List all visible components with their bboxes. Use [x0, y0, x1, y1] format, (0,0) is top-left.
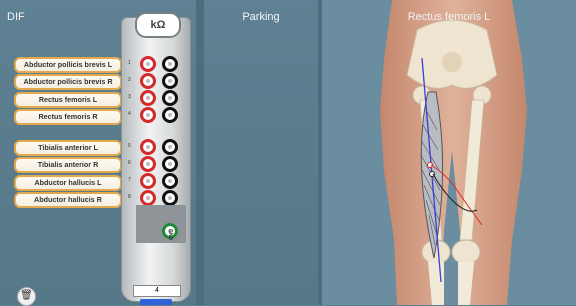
channel-number: 5	[128, 143, 131, 149]
channel-number: 3	[128, 94, 131, 100]
gnd-area	[136, 205, 186, 243]
channel-number: 6	[128, 160, 131, 166]
muscle-button-abductor-pollicis-brevis-r[interactable]: Abductor pollicis brevis R	[14, 74, 122, 90]
dif-title: DIF	[7, 11, 25, 23]
muscle-button-rectus-femoris-l[interactable]: Rectus femoris L	[14, 92, 122, 108]
muscle-button-tibialis-anterior-r[interactable]: Tibialis anterior R	[14, 157, 122, 173]
muscle-button-rectus-femoris-r[interactable]: Rectus femoris R	[14, 109, 122, 125]
device-connector	[140, 299, 172, 305]
socket-reference-2[interactable]	[162, 73, 178, 89]
anatomy-title: Rectus femoris L	[407, 11, 491, 23]
socket-active-6[interactable]	[140, 156, 156, 172]
socket-active-7[interactable]	[140, 173, 156, 189]
socket-reference-6[interactable]	[162, 156, 178, 172]
socket-reference-4[interactable]	[162, 107, 178, 123]
amplifier-headbox: kΩ 1 2 3 4 5 6 7 8 GND 4	[121, 12, 191, 305]
socket-reference-7[interactable]	[162, 173, 178, 189]
trash-icon[interactable]: 🗑	[17, 287, 36, 306]
socket-active-1[interactable]	[140, 56, 156, 72]
gnd-label: GND	[167, 229, 173, 241]
muscle-button-abductor-hallucis-r[interactable]: Abductor hallucis R	[14, 192, 122, 208]
panel-divider	[196, 0, 204, 305]
unit-label: kΩ	[150, 19, 166, 31]
channel-number: 7	[128, 177, 131, 183]
socket-active-4[interactable]	[140, 107, 156, 123]
socket-active-2[interactable]	[140, 73, 156, 89]
parking-panel: Parking	[204, 0, 318, 305]
channel-number: 4	[128, 111, 131, 117]
channel-number: 1	[128, 60, 131, 66]
socket-reference-1[interactable]	[162, 56, 178, 72]
anatomy-panel: Rectus femoris L	[322, 0, 576, 305]
socket-reference-3[interactable]	[162, 90, 178, 106]
device-handle-icon: kΩ	[135, 12, 181, 38]
channel-readout: 4	[133, 285, 181, 297]
socket-active-3[interactable]	[140, 90, 156, 106]
socket-active-5[interactable]	[140, 139, 156, 155]
dif-panel: DIF Abductor pollicis brevis L Abductor …	[0, 0, 201, 306]
socket-active-8[interactable]	[140, 190, 156, 206]
socket-reference-8[interactable]	[162, 190, 178, 206]
muscle-button-abductor-pollicis-brevis-l[interactable]: Abductor pollicis brevis L	[14, 57, 122, 73]
parking-title: Parking	[242, 11, 280, 23]
socket-reference-5[interactable]	[162, 139, 178, 155]
muscle-button-tibialis-anterior-l[interactable]: Tibialis anterior L	[14, 140, 122, 156]
channel-number: 2	[128, 77, 131, 83]
muscle-button-abductor-hallucis-l[interactable]: Abductor hallucis L	[14, 175, 122, 191]
leg-anatomy-illustration	[380, 0, 527, 305]
channel-number: 8	[128, 194, 131, 200]
